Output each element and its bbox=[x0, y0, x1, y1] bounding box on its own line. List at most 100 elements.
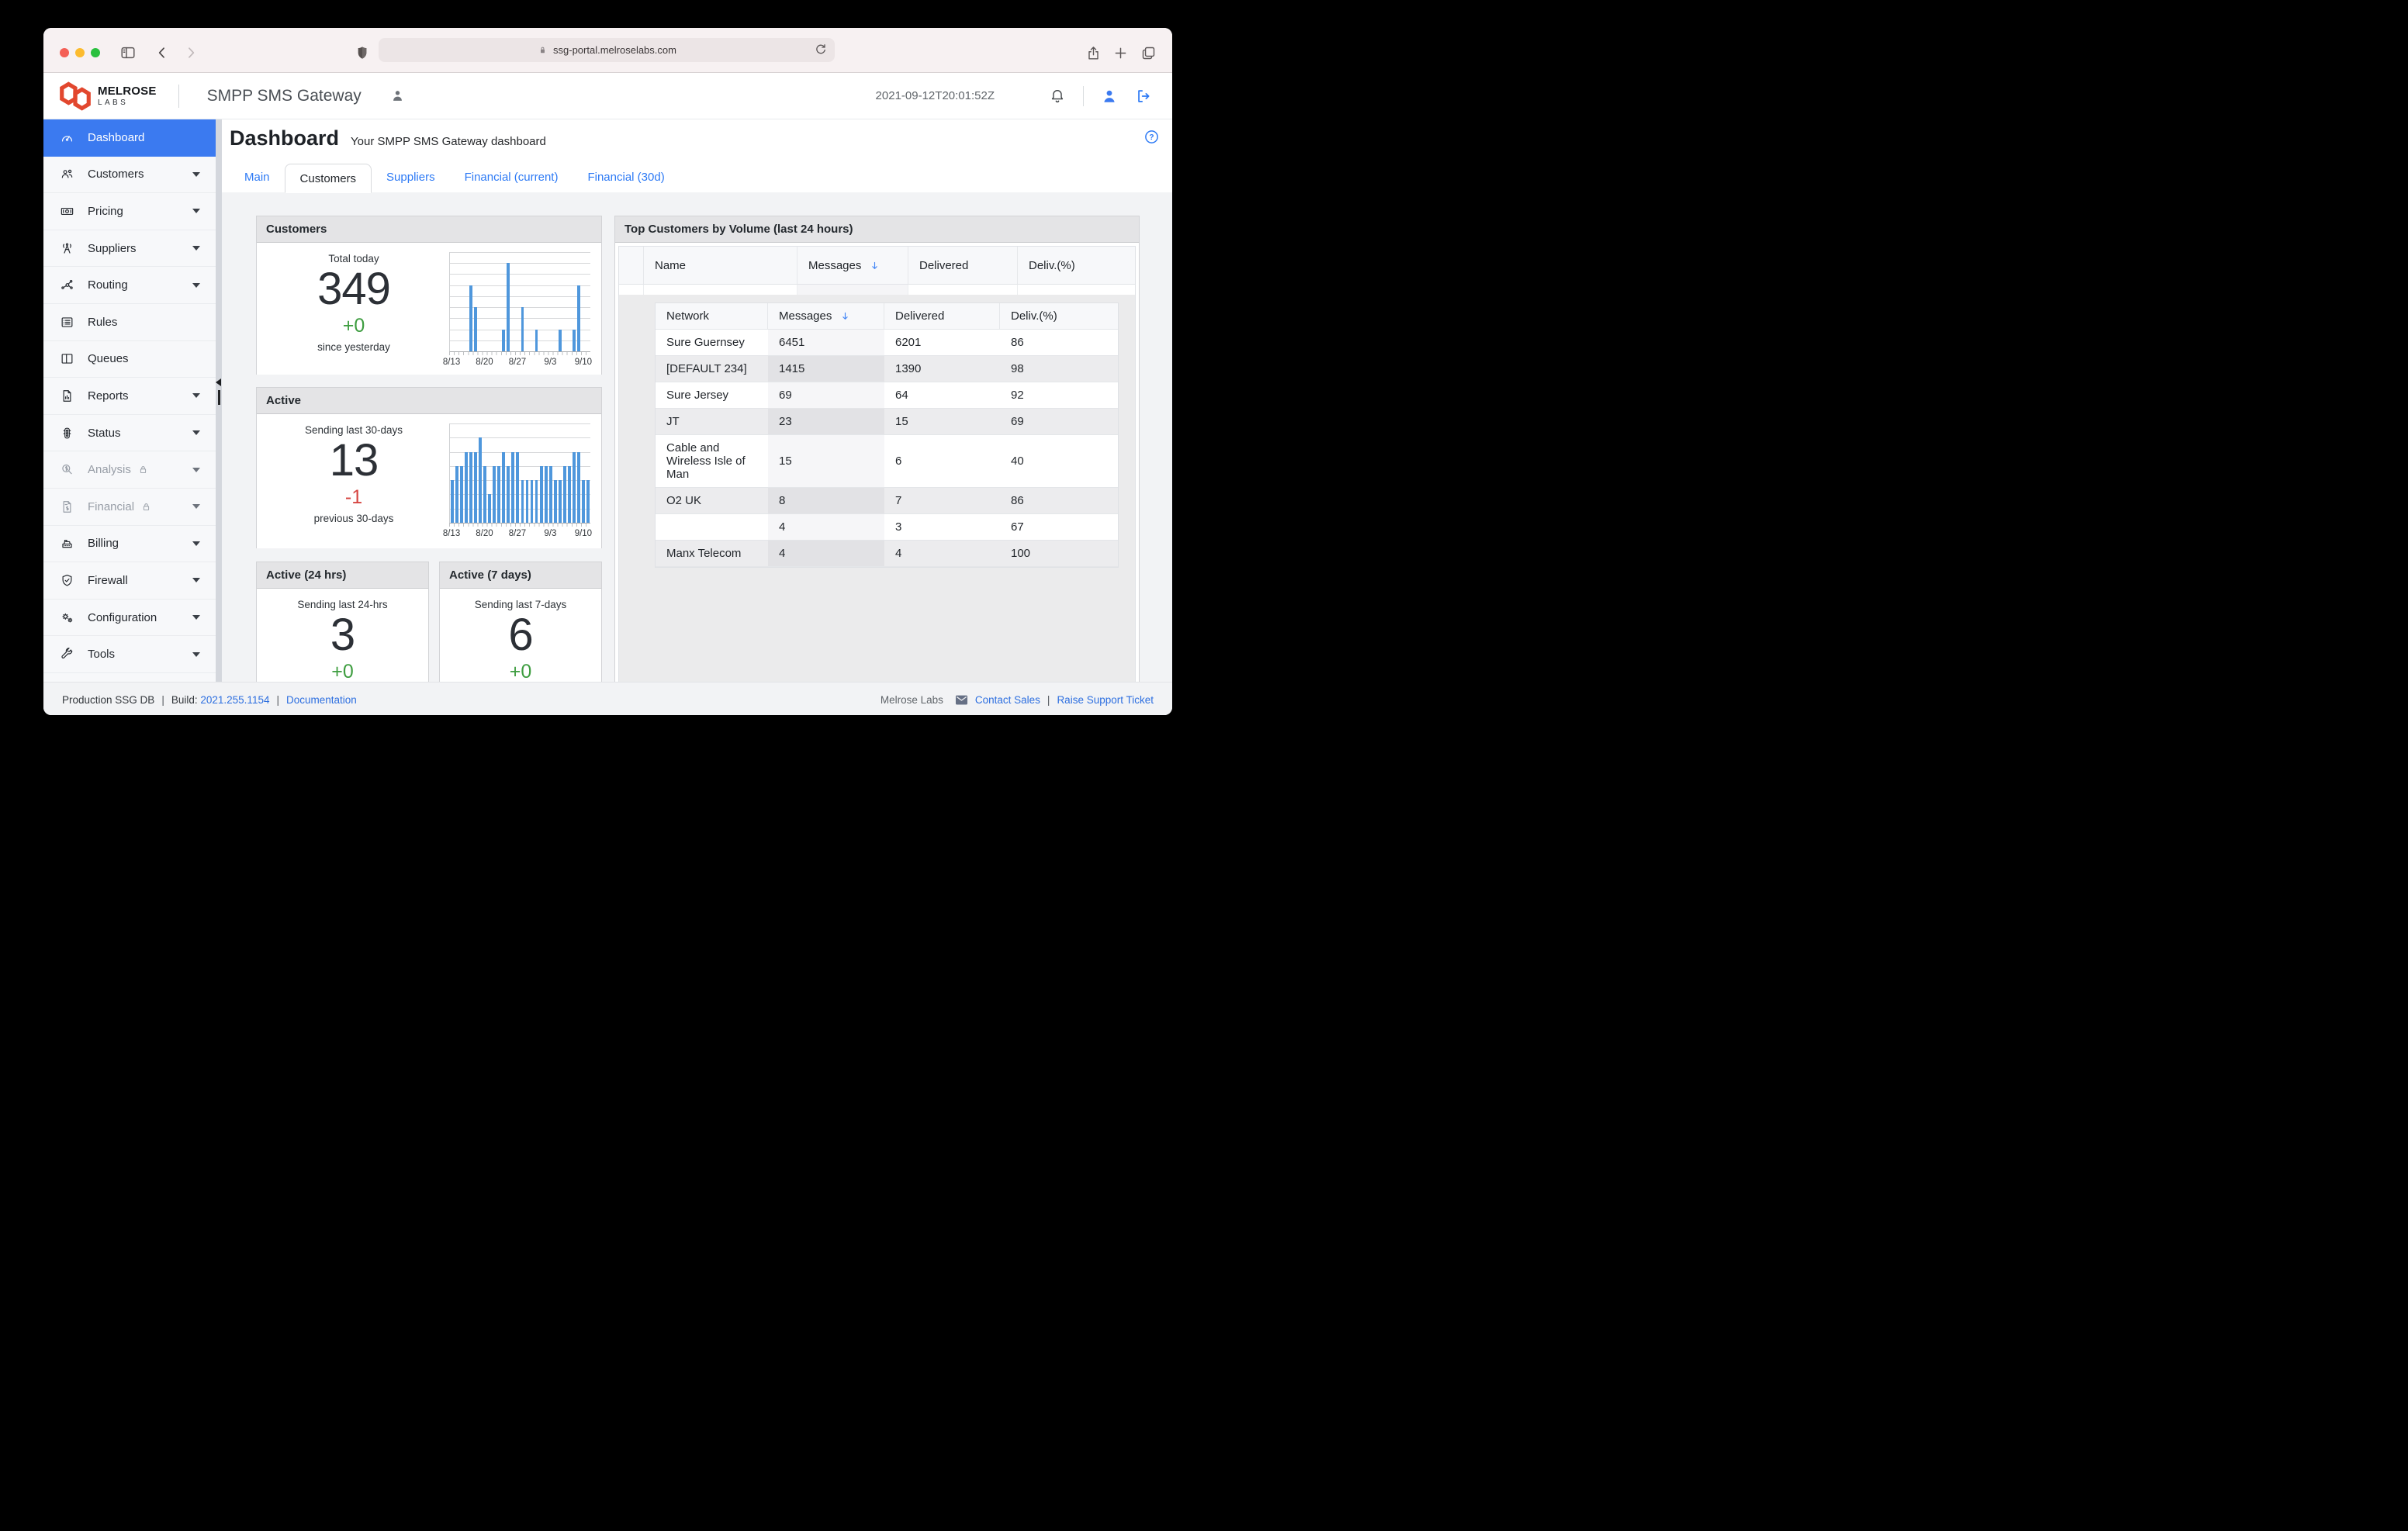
refresh-icon[interactable] bbox=[813, 42, 829, 60]
app-header: MELROSE LABS SMPP SMS Gateway 2021-09-12… bbox=[43, 73, 1172, 119]
sidebar-item-customers[interactable]: Customers bbox=[43, 157, 216, 194]
chart-bar bbox=[502, 330, 505, 351]
chart-bar bbox=[559, 330, 562, 351]
table-row[interactable]: JT231569 bbox=[656, 409, 1118, 435]
raise-support-ticket-link[interactable]: Raise Support Ticket bbox=[1057, 694, 1154, 706]
sidebar-item-pricing[interactable]: Pricing bbox=[43, 193, 216, 230]
tab-main[interactable]: Main bbox=[230, 163, 285, 192]
logout-icon[interactable] bbox=[1132, 85, 1155, 108]
metric-sublabel: previous 30-days bbox=[257, 513, 451, 524]
column-header-network[interactable]: Network bbox=[656, 303, 768, 329]
table-row[interactable]: 4367 bbox=[656, 514, 1118, 541]
sidebar-item-billing[interactable]: Billing bbox=[43, 526, 216, 563]
cell-network: Sure Jersey bbox=[656, 382, 768, 408]
sidebar-item-label: Financial bbox=[88, 500, 134, 513]
build-version-link[interactable]: 2021.255.1154 bbox=[200, 694, 269, 706]
sidebar-item-label: Configuration bbox=[88, 611, 157, 624]
chevron-down-icon bbox=[192, 209, 200, 213]
sidebar-item-suppliers[interactable]: Suppliers bbox=[43, 230, 216, 268]
notifications-bell-icon[interactable] bbox=[1046, 85, 1069, 108]
tab-financial-30d[interactable]: Financial (30d) bbox=[573, 163, 679, 192]
table-row[interactable]: Sure Guernsey6451620186 bbox=[656, 330, 1118, 356]
cell-deliv-pct: 86 bbox=[1000, 330, 1118, 355]
x-axis-tick-label: 8/13 bbox=[443, 358, 460, 367]
sidebar-item-reports[interactable]: Reports bbox=[43, 378, 216, 415]
sidebar-collapse-icon[interactable] bbox=[216, 378, 221, 386]
sidebar-item-tools[interactable]: Tools bbox=[43, 636, 216, 673]
table-row[interactable]: Manx Telecom44100 bbox=[656, 541, 1118, 567]
chart-bar bbox=[540, 466, 543, 523]
url-bar[interactable]: ssg-portal.melroselabs.com bbox=[379, 38, 835, 62]
column-header-messages[interactable]: Messages bbox=[768, 303, 884, 329]
new-tab-icon[interactable] bbox=[1110, 43, 1130, 63]
tab-financial-current[interactable]: Financial (current) bbox=[450, 163, 573, 192]
sidebar-item-label: Reports bbox=[88, 389, 129, 403]
sidebar-item-rules[interactable]: Rules bbox=[43, 304, 216, 341]
zoom-window-button[interactable] bbox=[91, 48, 100, 57]
share-icon[interactable] bbox=[1083, 43, 1103, 63]
chart-bar bbox=[511, 452, 514, 523]
chart-bar bbox=[474, 307, 477, 351]
tools-icon bbox=[59, 647, 74, 662]
cell-delivered: 15 bbox=[884, 409, 1000, 434]
sidebar-item-label: Pricing bbox=[88, 205, 123, 218]
privacy-shield-icon[interactable] bbox=[352, 43, 372, 63]
chevron-down-icon bbox=[192, 615, 200, 620]
column-header-delivered[interactable]: Delivered bbox=[884, 303, 1000, 329]
sidebar-item-queues[interactable]: Queues bbox=[43, 341, 216, 378]
sidebar-item-analysis[interactable]: Analysis bbox=[43, 451, 216, 489]
user-account-icon[interactable] bbox=[1098, 85, 1121, 108]
back-icon[interactable] bbox=[152, 43, 172, 63]
forward-icon[interactable] bbox=[181, 43, 201, 63]
chevron-down-icon bbox=[192, 468, 200, 472]
close-window-button[interactable] bbox=[60, 48, 69, 57]
sidebar-resize-gutter[interactable] bbox=[216, 119, 222, 682]
column-header-delivered[interactable]: Delivered bbox=[908, 247, 1018, 284]
column-header-name[interactable]: Name bbox=[644, 247, 797, 284]
table-row[interactable]: Cable and Wireless Isle of Man15640 bbox=[656, 435, 1118, 488]
sidebar-item-financial[interactable]: Financial bbox=[43, 489, 216, 526]
sidebar-toggle-icon[interactable] bbox=[118, 43, 138, 63]
column-header-deliv-pct[interactable]: Deliv.(%) bbox=[1000, 303, 1118, 329]
environment-label: Production SSG DB bbox=[62, 694, 154, 706]
table-row[interactable] bbox=[619, 285, 1135, 295]
cell-delivered: 6 bbox=[884, 435, 1000, 487]
cell-network: [DEFAULT 234] bbox=[656, 356, 768, 382]
tab-customers[interactable]: Customers bbox=[285, 164, 372, 193]
sidebar-item-firewall[interactable]: Firewall bbox=[43, 562, 216, 600]
sidebar-item-label: Queues bbox=[88, 352, 129, 365]
tab-suppliers[interactable]: Suppliers bbox=[372, 163, 450, 192]
sidebar-item-label: Rules bbox=[88, 316, 117, 329]
minimize-window-button[interactable] bbox=[75, 48, 85, 57]
current-timestamp: 2021-09-12T20:01:52Z bbox=[876, 89, 995, 102]
column-header-messages[interactable]: Messages bbox=[797, 247, 908, 284]
contact-sales-link[interactable]: Contact Sales bbox=[975, 694, 1040, 706]
table-row[interactable]: [DEFAULT 234]1415139098 bbox=[656, 356, 1118, 382]
chevron-down-icon bbox=[192, 541, 200, 546]
queues-icon bbox=[59, 351, 74, 367]
content-scrollbar-thumb[interactable] bbox=[218, 390, 220, 405]
metric-value: 3 bbox=[257, 612, 428, 658]
melrose-labs-logo[interactable]: MELROSE LABS bbox=[59, 81, 157, 111]
cell-deliv-pct: 92 bbox=[1000, 382, 1118, 408]
browser-chrome: ssg-portal.melroselabs.com bbox=[43, 28, 1172, 73]
help-icon[interactable]: ? bbox=[1143, 129, 1160, 149]
documentation-link[interactable]: Documentation bbox=[286, 694, 357, 706]
table-row[interactable]: O2 UK8786 bbox=[656, 488, 1118, 514]
sidebar-item-dashboard[interactable]: Dashboard bbox=[43, 119, 216, 157]
cell-messages: 8 bbox=[768, 488, 884, 513]
tab-overview-icon[interactable] bbox=[1138, 43, 1158, 63]
table-row[interactable]: Sure Jersey696492 bbox=[656, 382, 1118, 409]
lock-icon bbox=[541, 47, 544, 49]
metric-delta: +0 bbox=[440, 661, 601, 682]
sidebar-item-routing[interactable]: Routing bbox=[43, 267, 216, 304]
company-name: Melrose Labs bbox=[881, 694, 943, 706]
logo-hexagons-icon bbox=[59, 81, 92, 111]
cell-messages: 1415 bbox=[768, 356, 884, 382]
metric-label: Sending last 30-days bbox=[257, 424, 451, 436]
sidebar-item-status[interactable]: Status bbox=[43, 415, 216, 452]
expanded-row-detail: Network Messages Delivered bbox=[619, 295, 1135, 682]
column-header-deliv-pct[interactable]: Deliv.(%) bbox=[1018, 247, 1135, 284]
chevron-down-icon bbox=[192, 283, 200, 288]
sidebar-item-configuration[interactable]: Configuration bbox=[43, 600, 216, 637]
